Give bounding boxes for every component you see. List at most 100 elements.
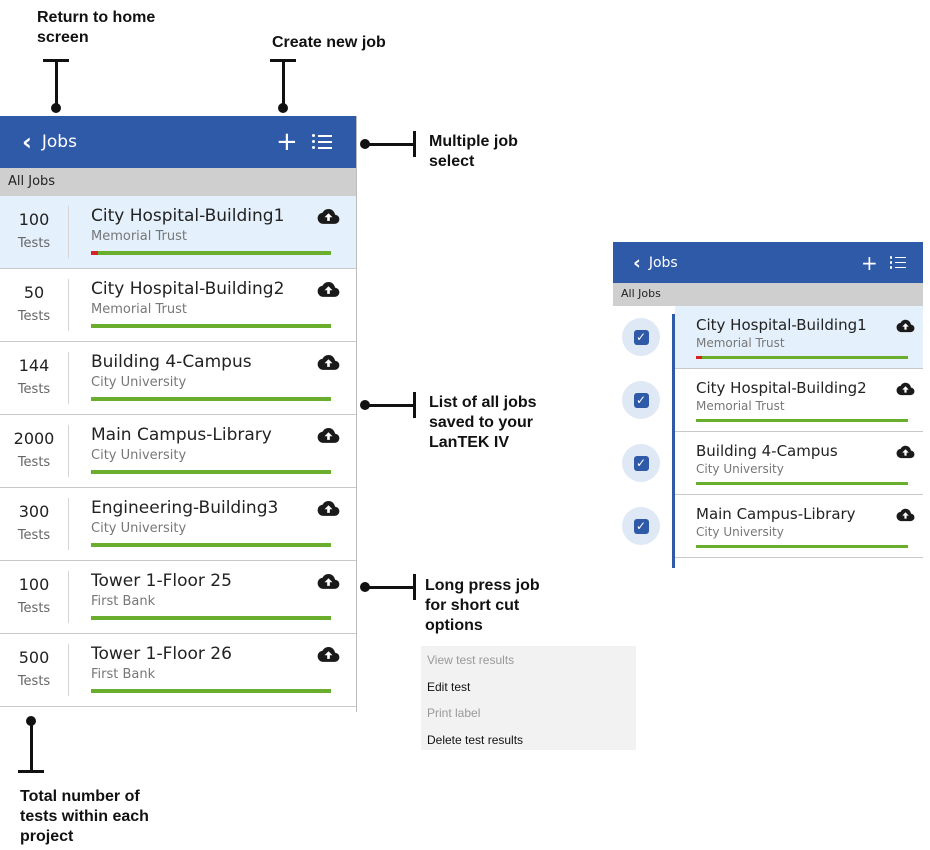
menu-item-edit-test[interactable]: Edit test [427,680,470,694]
row-divider [68,206,69,258]
cloud-upload-icon[interactable] [896,318,915,337]
job-client: Memorial Trust [696,336,785,350]
test-count-label: Tests [17,309,51,324]
job-client: City University [91,521,187,536]
filter-all-jobs[interactable]: All Jobs [0,168,356,196]
job-client: City University [91,448,187,463]
test-count: 100 Tests [0,575,68,619]
leader-list-line [365,404,415,407]
chevron-left-icon: ‹ [633,251,641,274]
checkbox-checked-icon: ✓ [633,392,649,408]
leader-home-line [55,59,58,106]
leader-total-cap [18,770,44,773]
checkbox-checked-icon: ✓ [633,329,649,345]
progress-bar [91,397,331,401]
row-divider [68,644,69,696]
job-client: City University [91,375,187,390]
test-count: 100 Tests [0,210,68,254]
add-job-button-multi[interactable]: + [861,251,878,275]
job-row[interactable]: 100 Tests City Hospital-Building1 Memorial … [0,196,356,269]
menu-item-view-test-results[interactable]: View test results [427,653,514,667]
job-row[interactable]: 2000 Tests Main Campus-Library City Univers… [0,415,356,488]
leader-list-cap [413,392,416,418]
test-count-number: 100 [18,210,50,229]
job-row-multi[interactable]: City Hospital-Building1 Memorial Trust [675,306,923,369]
job-row[interactable]: 144 Tests Building 4-Campus City University [0,342,356,415]
callout-total-tests: Total number of tests within each projec… [20,788,149,845]
leader-total-line [30,722,33,772]
shortcut-menu: View test results Edit test Print label Del… [421,646,636,750]
job-row[interactable]: 500 Tests Tower 1-Floor 26 First Bank [0,634,356,707]
job-row[interactable]: 100 Tests Tower 1-Floor 25 First Bank [0,561,356,634]
job-checkbox[interactable]: ✓ [622,444,660,482]
progress-bar [696,482,908,485]
row-divider [68,498,69,550]
back-button-multi[interactable]: ‹ Jobs [633,242,678,283]
job-client: City University [696,525,784,539]
callout-list-all-jobs: List of all jobs saved to your LanTEK IV [429,394,537,451]
job-checkbox[interactable]: ✓ [622,507,660,545]
test-count-label: Tests [17,674,51,689]
row-divider [68,352,69,404]
progress-bar [91,616,331,620]
job-client: First Bank [91,667,156,682]
row-divider [68,279,69,331]
job-row[interactable]: 300 Tests Engineering-Building3 City Univer… [0,488,356,561]
cloud-upload-icon[interactable] [317,573,340,594]
menu-item-delete-test-results[interactable]: Delete test results [427,733,523,747]
test-count-number: 50 [23,283,45,302]
job-checkbox[interactable]: ✓ [622,318,660,356]
cloud-upload-icon[interactable] [896,381,915,400]
job-checkbox[interactable]: ✓ [622,381,660,419]
job-name: City Hospital-Building2 [91,279,285,299]
chevron-left-icon: ‹ [22,128,32,156]
page-title: Jobs [41,132,77,152]
job-row-multi[interactable]: Main Campus-Library City University [675,495,923,558]
menu-item-print-label[interactable]: Print label [427,706,480,720]
progress-bar [91,324,331,328]
leader-home-dot [51,103,61,113]
cloud-upload-icon[interactable] [896,507,915,526]
back-button[interactable]: ‹ Jobs [22,116,77,168]
job-client: Memorial Trust [91,229,187,244]
cloud-upload-icon[interactable] [896,444,915,463]
cloud-upload-icon[interactable] [317,646,340,667]
test-count-number: 100 [18,575,50,594]
test-count: 2000 Tests [0,429,68,473]
test-count-label: Tests [17,236,51,251]
job-row[interactable]: 50 Tests City Hospital-Building2 Memorial T… [0,269,356,342]
multi-select-list-icon[interactable] [311,134,332,150]
checkbox-checked-icon: ✓ [633,455,649,471]
leader-newjob-dot [278,103,288,113]
leader-multi-cap [413,131,416,157]
job-row-multi[interactable]: Building 4-Campus City University [675,432,923,495]
test-count-number: 500 [18,648,50,667]
cloud-upload-icon[interactable] [317,281,340,302]
job-client: Memorial Trust [91,302,187,317]
test-count: 300 Tests [0,502,68,546]
job-name: Building 4-Campus [696,442,838,460]
multi-select-list-icon[interactable] [889,256,906,269]
cloud-upload-icon[interactable] [317,354,340,375]
job-name: City Hospital-Building1 [91,206,285,226]
leader-multi-line [365,143,415,146]
cloud-upload-icon[interactable] [317,427,340,448]
cloud-upload-icon[interactable] [317,208,340,229]
test-count-label: Tests [17,455,51,470]
progress-bar [91,251,331,255]
progress-bar [696,419,908,422]
add-job-button[interactable]: + [276,127,298,157]
test-count-number: 144 [18,356,50,375]
test-count: 500 Tests [0,648,68,692]
cloud-upload-icon[interactable] [317,500,340,521]
test-count: 144 Tests [0,356,68,400]
filter-all-jobs-multi[interactable]: All Jobs [613,283,923,306]
job-row-multi[interactable]: City Hospital-Building2 Memorial Trust [675,369,923,432]
test-count-number: 300 [18,502,50,521]
callout-create-new-job: Create new job [272,34,386,51]
job-name: City Hospital-Building1 [696,316,867,334]
job-client: Memorial Trust [696,399,785,413]
app-bar: ‹ Jobs + [0,116,356,168]
row-divider [68,425,69,477]
multi-select-screen: ‹ Jobs + All Jobs City Hospital-Building… [613,242,923,568]
